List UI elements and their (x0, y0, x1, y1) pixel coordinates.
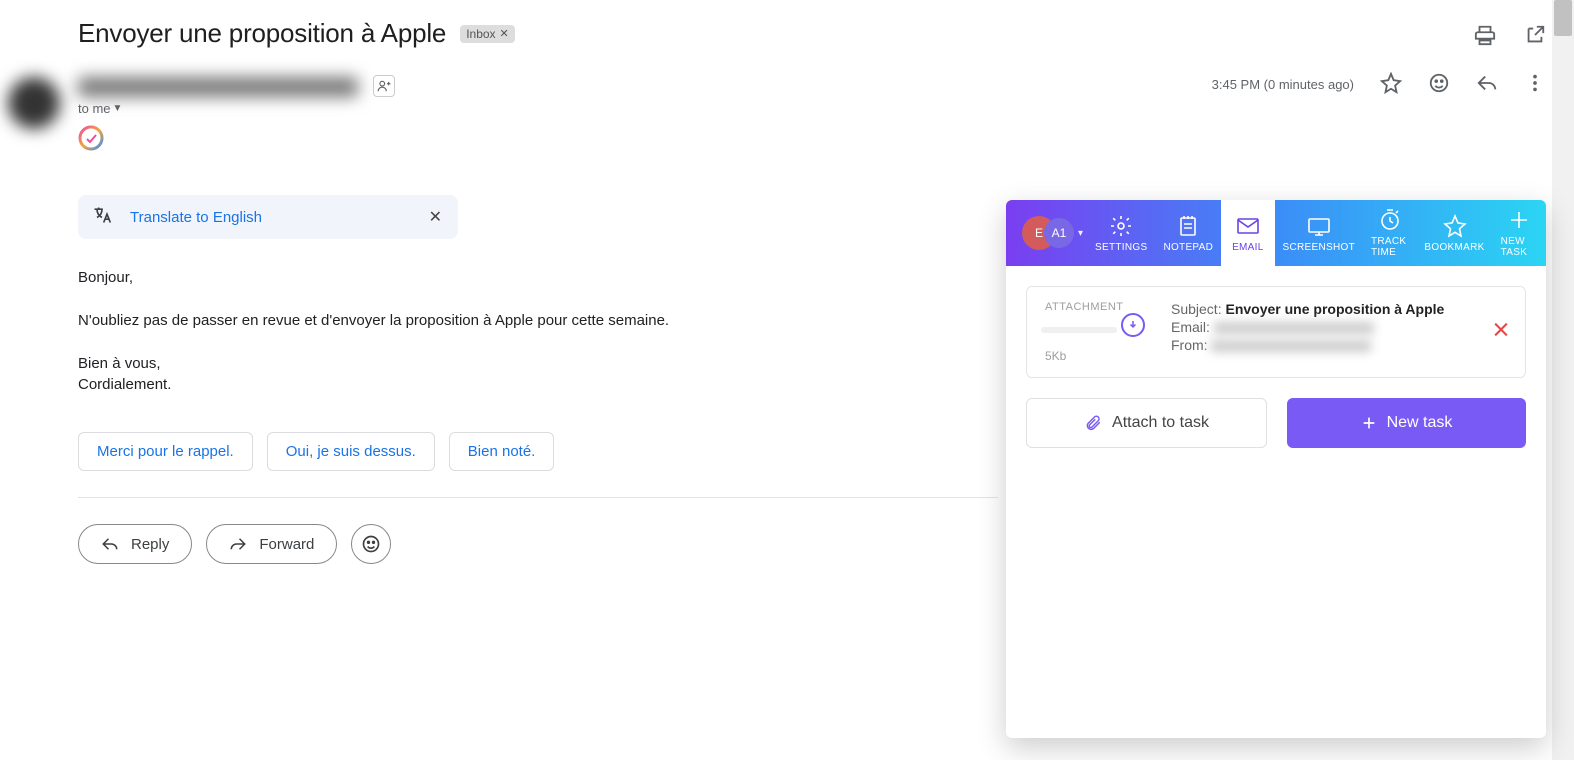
emoji-reply-button[interactable] (351, 524, 391, 564)
extension-panel-header: E A1 ▾ SETTINGS NOTEPAD EMAIL SCREENSHOT… (1006, 200, 1546, 266)
chevron-down-icon[interactable]: ▾ (1078, 228, 1083, 239)
inbox-label-text: Inbox (466, 27, 495, 41)
translate-close-icon[interactable]: ✕ (429, 207, 442, 227)
add-contact-icon[interactable] (373, 75, 395, 97)
attachment-email-redacted (1214, 322, 1374, 334)
attachment-card: ATTACHMENT 5Kb Subject: Envoyer une prop… (1026, 286, 1526, 378)
attachment-email-row: Email: (1171, 319, 1507, 335)
tab-bookmark-label: BOOKMARK (1424, 242, 1484, 253)
translate-banner: Translate to English ✕ (78, 195, 458, 239)
reply-button-label: Reply (131, 536, 169, 553)
open-new-window-icon[interactable] (1524, 24, 1546, 51)
attachment-from-redacted (1211, 340, 1371, 352)
extension-panel: E A1 ▾ SETTINGS NOTEPAD EMAIL SCREENSHOT… (1006, 200, 1546, 738)
tab-settings[interactable]: SETTINGS (1087, 200, 1155, 266)
tab-notepad[interactable]: NOTEPAD (1155, 200, 1221, 266)
email-signoff-2: Cordialement. (78, 374, 978, 396)
email-body: Bonjour, N'oubliez pas de passer en revu… (78, 267, 978, 396)
divider (78, 497, 998, 498)
inbox-label-chip[interactable]: Inbox ✕ (460, 25, 515, 43)
forward-button[interactable]: Forward (206, 524, 337, 564)
tab-tracktime-label: TRACK TIME (1371, 236, 1408, 258)
print-icon[interactable] (1474, 24, 1496, 51)
smart-reply-1[interactable]: Merci pour le rappel. (78, 432, 253, 471)
attach-to-task-label: Attach to task (1112, 414, 1209, 432)
to-recipient-line[interactable]: to me ▼ (78, 101, 122, 116)
tab-tracktime[interactable]: TRACK TIME (1363, 200, 1416, 266)
extension-logo-icon[interactable] (78, 125, 104, 156)
new-task-button[interactable]: New task (1287, 398, 1526, 448)
translate-link[interactable]: Translate to English (130, 209, 262, 226)
tab-bookmark[interactable]: BOOKMARK (1416, 200, 1492, 266)
avatar-a1: A1 (1044, 218, 1074, 248)
download-icon[interactable] (1121, 313, 1145, 337)
new-task-label: New task (1387, 414, 1453, 432)
forward-button-label: Forward (259, 536, 314, 553)
tab-notepad-label: NOTEPAD (1163, 242, 1213, 253)
tab-screenshot-label: SCREENSHOT (1283, 242, 1355, 253)
chevron-down-icon[interactable]: ▼ (113, 103, 123, 114)
attachment-thumb-bar (1041, 327, 1117, 333)
email-greeting: Bonjour, (78, 267, 978, 289)
translate-icon (92, 205, 112, 230)
attachment-size: 5Kb (1045, 349, 1135, 363)
inbox-chip-close-icon[interactable]: ✕ (500, 27, 509, 40)
email-subject: Envoyer une proposition à Apple (78, 18, 446, 49)
workspace-switcher[interactable]: E A1 ▾ (1006, 200, 1087, 266)
attachment-close-icon[interactable] (1491, 320, 1511, 345)
attachment-label: ATTACHMENT (1045, 301, 1135, 313)
reply-button[interactable]: Reply (78, 524, 192, 564)
to-recipient-text: to me (78, 101, 111, 116)
email-body-line: N'oubliez pas de passer en revue et d'en… (78, 310, 978, 332)
tab-newtask[interactable]: NEW TASK (1493, 200, 1546, 266)
tab-settings-label: SETTINGS (1095, 242, 1147, 253)
attachment-subject-row: Subject: Envoyer une proposition à Apple (1171, 301, 1507, 317)
email-signoff-1: Bien à vous, (78, 353, 978, 375)
smart-reply-3[interactable]: Bien noté. (449, 432, 555, 471)
tab-email-label: EMAIL (1232, 242, 1264, 253)
tab-newtask-label: NEW TASK (1501, 236, 1538, 258)
sender-avatar (8, 77, 60, 129)
smart-reply-2[interactable]: Oui, je suis dessus. (267, 432, 435, 471)
attachment-from-row: From: (1171, 337, 1507, 353)
tab-screenshot[interactable]: SCREENSHOT (1275, 200, 1363, 266)
attach-to-task-button[interactable]: Attach to task (1026, 398, 1267, 448)
tab-email[interactable]: EMAIL (1221, 200, 1274, 266)
sender-name-redacted (78, 77, 358, 97)
